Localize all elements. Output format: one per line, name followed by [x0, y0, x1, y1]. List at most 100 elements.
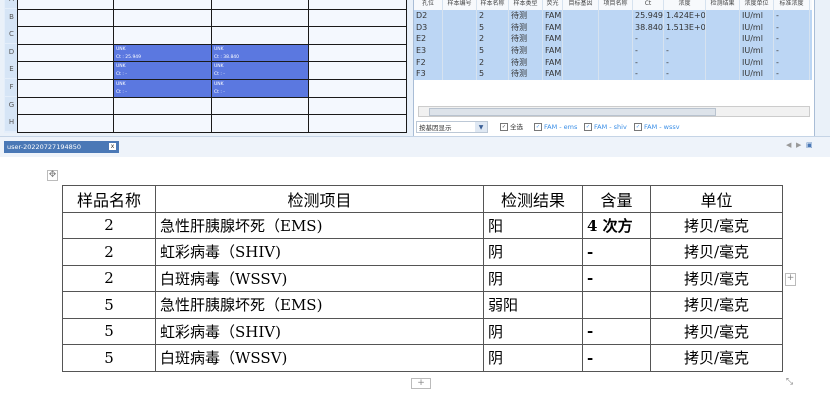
grid-cell: 25.949 [635, 10, 664, 22]
channel-checkbox-shiv[interactable]: ✓ FAM - shiv [584, 123, 627, 132]
report-cell[interactable]: 阴 [483, 344, 583, 372]
plate-well[interactable] [113, 26, 212, 45]
plate-well[interactable]: UNK Ct : 25.949 [113, 43, 212, 63]
report-cell[interactable]: 虹彩病毒（SHIV) [155, 238, 484, 266]
plate-well[interactable]: UNK Ct : - [113, 61, 212, 80]
plate-well[interactable]: UNK Ct : - [113, 79, 212, 98]
report-cell[interactable]: - [582, 344, 651, 372]
column-header: 标准浓度 [774, 0, 810, 10]
report-cell[interactable]: 拷贝/毫克 [650, 238, 783, 266]
grid-cell: IU/ml [740, 68, 774, 81]
chevron-down-icon[interactable]: ▼ [475, 122, 487, 132]
grid-cell: 1.424E+04 [666, 10, 706, 22]
report-cell[interactable]: 5 [62, 344, 156, 372]
plate-well[interactable] [17, 96, 114, 116]
grid-cell: 2 [477, 56, 509, 69]
plate-well[interactable] [17, 26, 114, 45]
report-cell[interactable]: 4 次方 [582, 211, 651, 239]
report-cell[interactable]: 弱阳 [483, 291, 583, 319]
grid-cell: 38.840 [635, 21, 664, 34]
plate-well[interactable] [211, 114, 309, 133]
select-all-checkbox[interactable]: ✓ 全选 [500, 123, 523, 132]
grid-row[interactable]: F22待测FAM wssv--IU/ml- [414, 56, 812, 69]
report-cell[interactable]: 2 [62, 264, 156, 292]
plate-well[interactable] [308, 79, 407, 98]
resize-handle-icon[interactable]: ⤡ [785, 378, 794, 387]
plate-well[interactable] [308, 61, 407, 80]
table-move-handle-icon[interactable]: ✥ [47, 170, 58, 181]
plate-well[interactable] [308, 26, 407, 45]
close-icon[interactable]: x [109, 143, 116, 150]
column-header: 检测结果 [706, 0, 740, 10]
report-cell[interactable]: 阴 [483, 238, 583, 266]
report-cell[interactable]: - [582, 317, 651, 345]
plate-well[interactable] [211, 8, 309, 28]
grid-row[interactable]: D2 2待测FAM ems 25.9491.424E+04 IU/ml- [414, 10, 812, 22]
grid-cell: E3 [414, 45, 443, 57]
report-cell[interactable]: 5 [62, 291, 156, 319]
plate-well[interactable] [308, 8, 407, 28]
plate-well[interactable] [211, 26, 309, 45]
report-cell[interactable]: 2 [62, 238, 156, 266]
grid-cell: 2 [477, 33, 509, 46]
grid-cell: - [774, 56, 810, 69]
report-cell[interactable]: 虹彩病毒（SHIV) [155, 317, 484, 345]
column-header: 样本编号 [443, 0, 477, 10]
plate-well[interactable] [113, 96, 212, 116]
plate-well[interactable] [113, 8, 212, 28]
grid-row[interactable]: E22待测FAM shiv--IU/ml- [414, 33, 812, 46]
plate-well[interactable]: UNK Ct : - [211, 61, 309, 80]
display-mode-select[interactable]: 按基因显示 ▼ [416, 121, 488, 133]
channel-checkbox-ems[interactable]: ✓ FAM - ems [534, 123, 577, 132]
grid-cell: 待测 [509, 10, 543, 22]
channel-checkbox-wssv[interactable]: ✓ FAM - wssv [634, 123, 680, 132]
report-cell[interactable]: - [582, 264, 651, 292]
report-cell[interactable]: 5 [62, 317, 156, 345]
report-cell[interactable]: 急性肝胰腺坏死（EMS) [155, 291, 484, 319]
report-cell[interactable]: - [582, 238, 651, 266]
report-cell[interactable]: 白斑病毒（WSSV) [155, 264, 484, 292]
report-cell[interactable]: 阳 [483, 211, 583, 239]
grid-cell: - [774, 45, 810, 57]
plate-well[interactable] [211, 96, 309, 116]
report-cell[interactable]: 白斑病毒（WSSV) [155, 344, 484, 372]
plate-well[interactable]: UNK Ct : 38.840 [211, 43, 309, 63]
plate-well[interactable] [17, 8, 114, 28]
grid-cell: D2 [414, 10, 443, 22]
grid-row[interactable]: F35待测FAM wssv--IU/ml- [414, 68, 812, 81]
report-cell[interactable]: 拷贝/毫克 [650, 317, 783, 345]
plate-well[interactable] [308, 96, 407, 116]
plate-well[interactable] [308, 43, 407, 63]
scrollbar-thumb[interactable] [429, 108, 716, 116]
report-cell[interactable]: 拷贝/毫克 [650, 344, 783, 372]
plate-well[interactable] [17, 43, 114, 63]
plate-well[interactable] [17, 114, 114, 133]
grid-row[interactable]: D3 5待测FAM ems 38.8401.513E+00 IU/ml- [414, 21, 812, 34]
grid-cell: FAM ems [545, 21, 563, 34]
report-cell[interactable]: 急性肝胰腺坏死（EMS) [155, 211, 484, 239]
add-column-icon[interactable]: + [785, 273, 796, 286]
report-cell[interactable]: 阴 [483, 317, 583, 345]
plate-well[interactable] [17, 61, 114, 80]
plate-well[interactable]: UNK Ct : - [211, 79, 309, 98]
report-cell[interactable]: 拷贝/毫克 [650, 211, 783, 239]
plate-well[interactable] [17, 79, 114, 98]
window-icon[interactable]: ▣ [806, 141, 813, 149]
horizontal-scrollbar[interactable] [418, 106, 810, 117]
prev-icon[interactable]: ◀ [786, 141, 791, 149]
report-cell[interactable] [582, 291, 651, 319]
report-cell[interactable]: 2 [62, 211, 156, 239]
grid-row[interactable]: E35待测FAM shiv--IU/ml- [414, 45, 812, 57]
add-row-icon[interactable]: + [411, 378, 431, 389]
grid-cell [443, 21, 477, 34]
document-tab[interactable]: user-20220727194850 x [4, 141, 119, 153]
report-cell[interactable]: 阴 [483, 264, 583, 292]
grid-cell [563, 68, 599, 81]
report-row: 2 白斑病毒（WSSV) 阴 - 拷贝/毫克 [62, 264, 783, 292]
plate-well[interactable] [113, 114, 212, 133]
next-icon[interactable]: ▶ [796, 141, 801, 149]
report-cell[interactable]: 拷贝/毫克 [650, 264, 783, 292]
grid-cell [599, 68, 633, 81]
plate-well[interactable] [308, 114, 407, 133]
report-cell[interactable]: 拷贝/毫克 [650, 291, 783, 319]
